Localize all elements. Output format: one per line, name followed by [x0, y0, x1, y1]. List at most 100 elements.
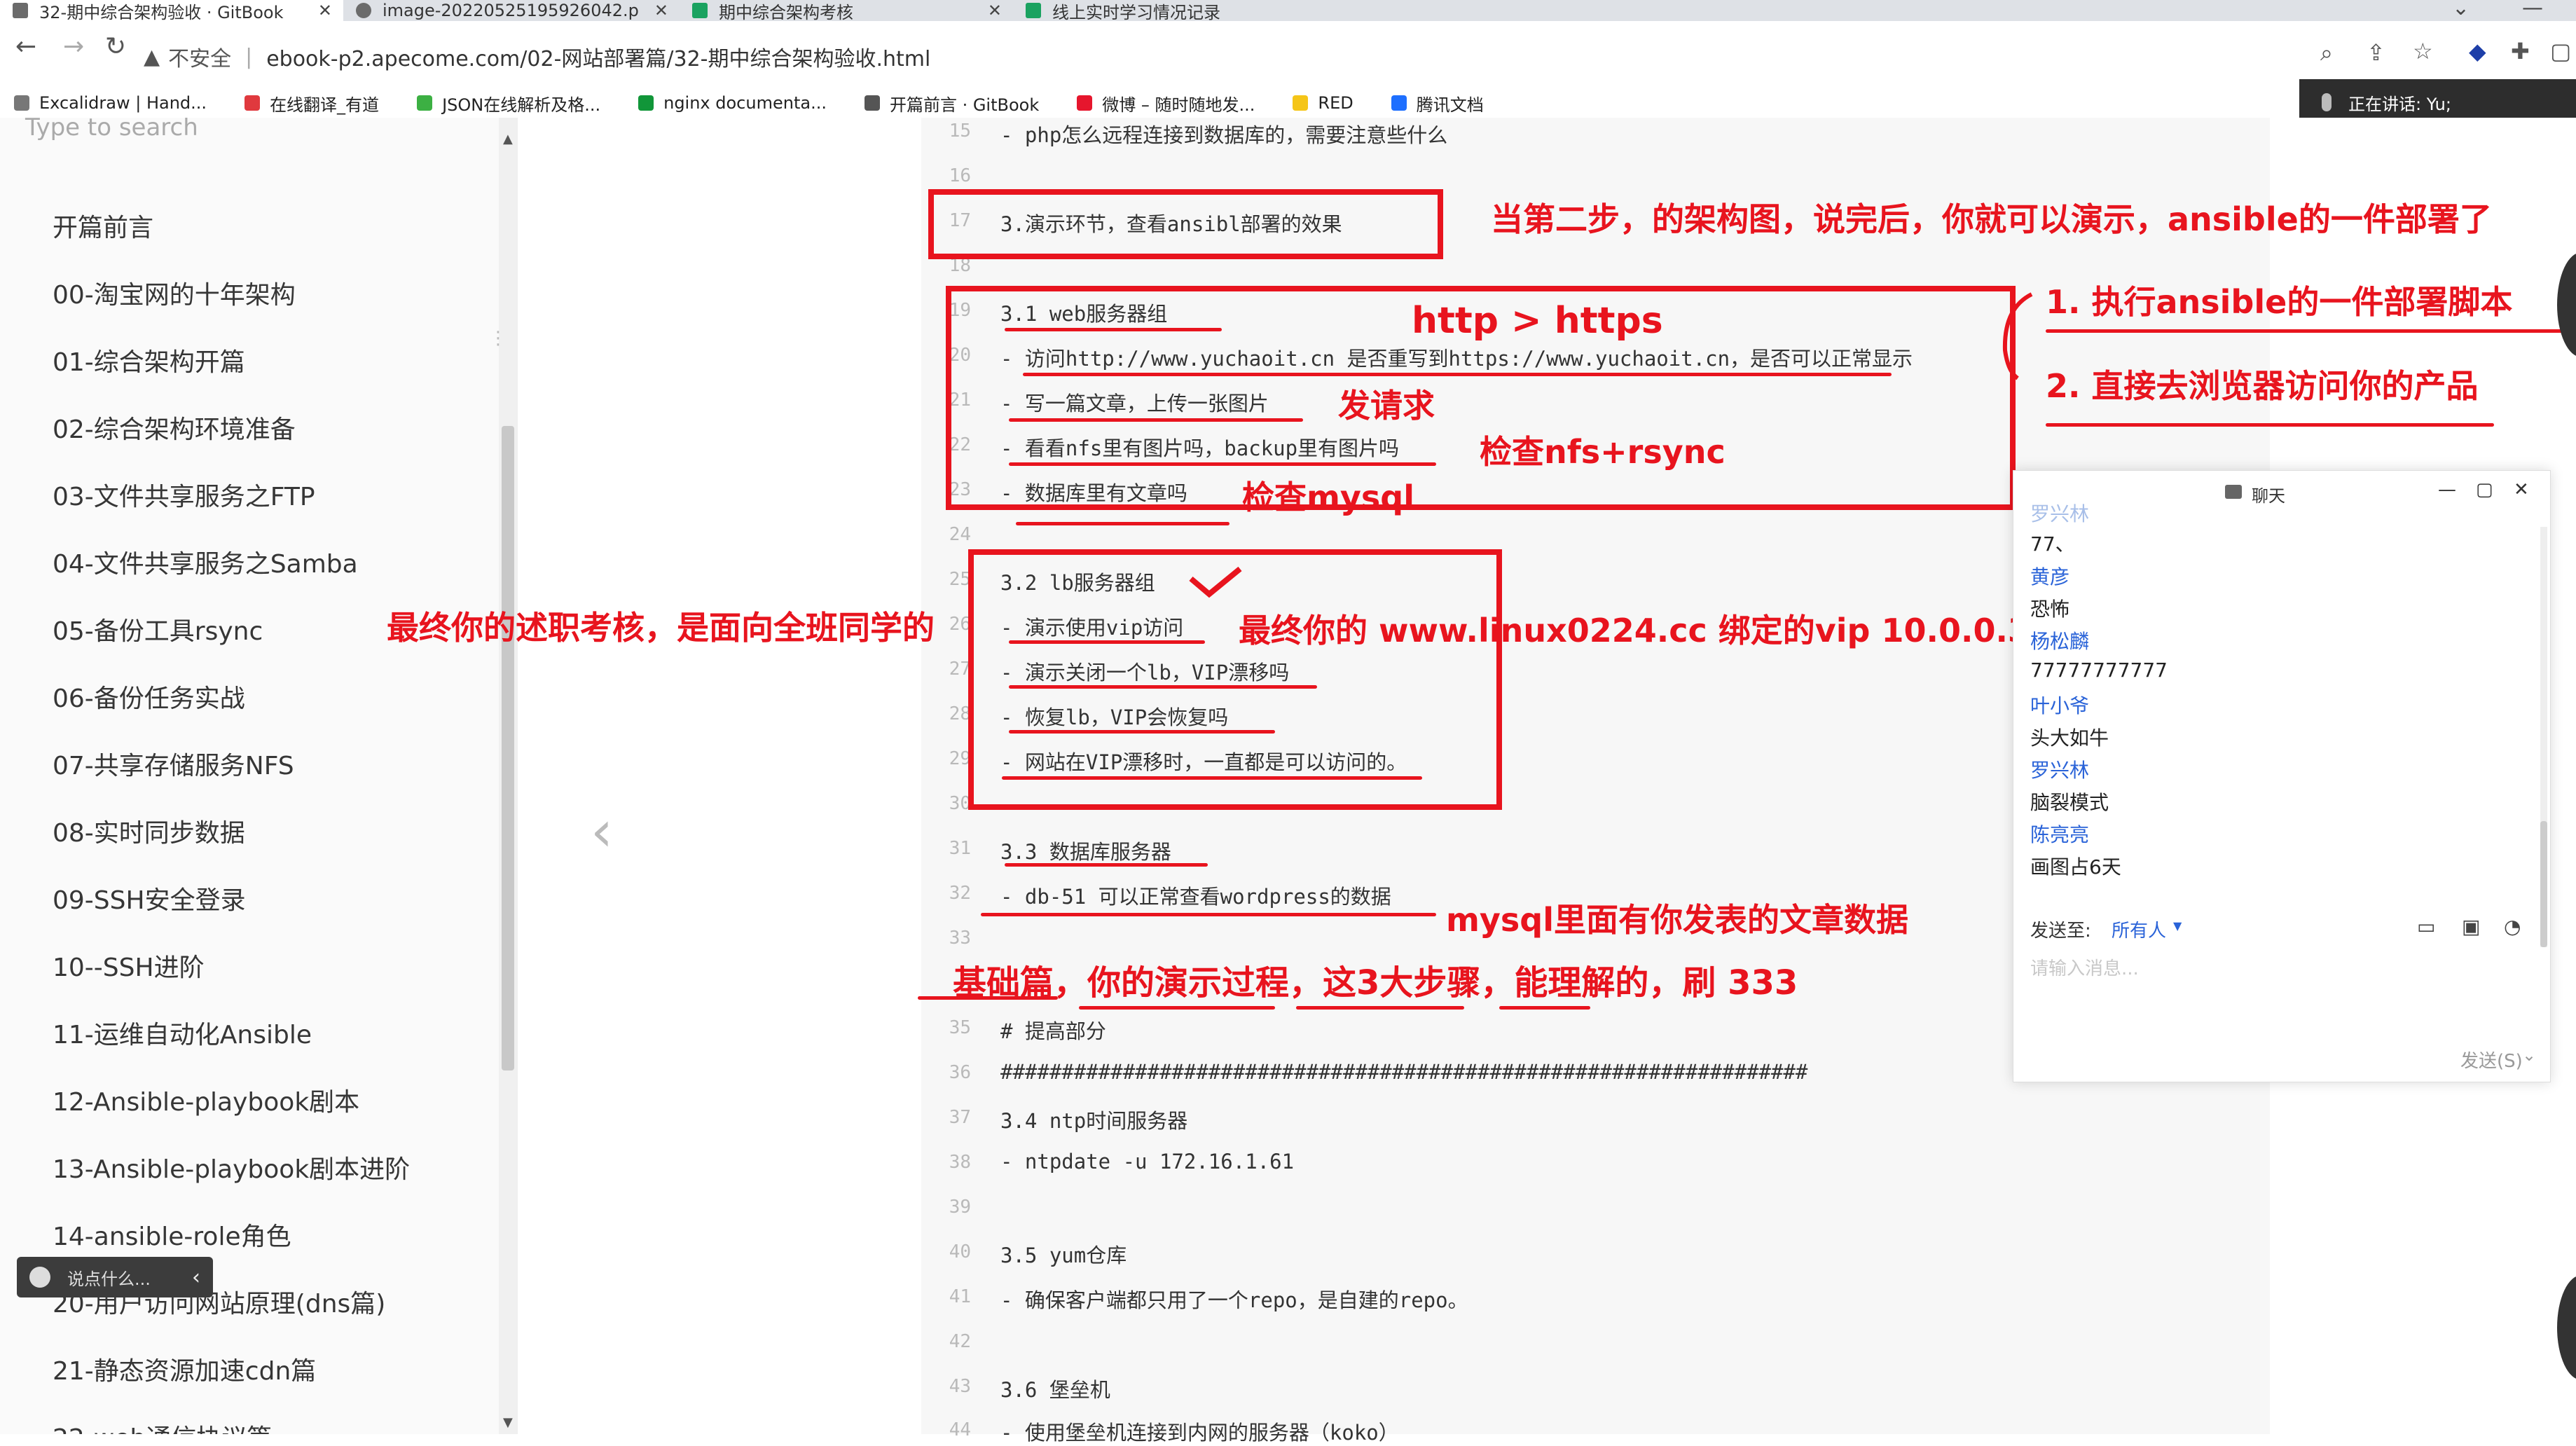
- chevron-down-icon[interactable]: ⌄: [2522, 1045, 2536, 1065]
- underline: [2046, 329, 2564, 333]
- close-icon[interactable]: ✕: [988, 1, 1002, 20]
- annotation-box-demo: [928, 189, 1443, 259]
- bookmark-tencent-docs[interactable]: 腾讯文档: [1391, 91, 1484, 116]
- line-number: 37: [949, 1107, 971, 1128]
- tab-image[interactable]: image-20220525195926042.p ✕: [343, 0, 680, 21]
- toc-item[interactable]: 09-SSH安全登录: [53, 880, 246, 916]
- line-number: 35: [949, 1017, 971, 1038]
- toc-item[interactable]: 13-Ansible-playbook剧本进阶: [53, 1149, 410, 1185]
- annotation-exec: 1. 执行ansible的一件部署脚本: [2046, 283, 2513, 321]
- sidebar-scroll-thumb[interactable]: [502, 426, 514, 1070]
- chat-mini-bar[interactable]: 说点什么... ‹: [17, 1257, 213, 1297]
- chevron-down-icon[interactable]: ⌄: [2452, 0, 2470, 20]
- address-bar[interactable]: ▲ 不安全 | ebook-p2.apecome.com/02-网站部署篇/32…: [144, 38, 2456, 76]
- tab-title: image-20220525195926042.p: [383, 1, 639, 20]
- url-text: ebook-p2.apecome.com/02-网站部署篇/32-期中综合架构验…: [266, 47, 931, 71]
- send-button[interactable]: 发送(S): [2460, 1047, 2523, 1073]
- bookmarks-bar: Excalidraw | Hand... 在线翻译_有道 JSON在线解析及格.…: [0, 88, 2576, 118]
- toc-item[interactable]: 11-运维自动化Ansible: [53, 1014, 312, 1051]
- annotation-basic: 基础篇，你的演示过程，这3大步骤，能理解的，刷 333: [953, 963, 1798, 1003]
- underline: [1009, 685, 1317, 689]
- code-line: # 提高部分: [1000, 1019, 1106, 1043]
- puzzle-icon[interactable]: ✚: [2511, 38, 2530, 64]
- user-icon[interactable]: ◔: [2504, 915, 2521, 938]
- chat-message: 画图占6天: [2030, 855, 2121, 879]
- line-number: 41: [949, 1286, 971, 1307]
- tab-current[interactable]: 32-期中综合架构验收 · GitBook ✕: [0, 0, 343, 22]
- underline: [981, 913, 1436, 916]
- send-to-select[interactable]: 所有人: [2112, 916, 2166, 942]
- bookmark-excalidraw[interactable]: Excalidraw | Hand...: [14, 93, 207, 113]
- toc-item[interactable]: 22-web通信协议篇: [53, 1418, 272, 1434]
- toc-item[interactable]: 05-备份工具rsync: [53, 611, 263, 647]
- close-icon[interactable]: ✕: [2514, 479, 2529, 500]
- chat-sender: 罗兴林: [2030, 759, 2090, 782]
- toc-item[interactable]: 00-淘宝网的十年架构: [53, 275, 296, 311]
- emoji-icon[interactable]: [29, 1267, 50, 1288]
- bookmark-label: RED: [1318, 93, 1354, 113]
- underline: [1023, 373, 1892, 376]
- chat-header: 聊天 — ▢ ✕: [2013, 471, 2550, 514]
- caret-down-icon[interactable]: ▼: [2173, 919, 2182, 932]
- tab-bar: 32-期中综合架构验收 · GitBook ✕ image-2022052519…: [0, 0, 2576, 22]
- bookmark-label: nginx documenta...: [663, 93, 827, 113]
- toc-item[interactable]: 21-静态资源加速cdn篇: [53, 1351, 316, 1387]
- annotation-http: http > https: [1412, 300, 1663, 342]
- annotation-vip: 最终你的 www.linux0224.cc 绑定的vip 10.0.0.3: [1239, 612, 2030, 649]
- tab-records[interactable]: 线上实时学习情况记录: [1013, 0, 1405, 22]
- toc-item[interactable]: 08-实时同步数据: [53, 813, 245, 849]
- bookmark-json[interactable]: JSON在线解析及格...: [417, 91, 600, 116]
- share-icon[interactable]: ⇪: [2367, 39, 2385, 66]
- chevron-left-icon[interactable]: ‹: [192, 1265, 200, 1290]
- underline: [1005, 863, 1208, 867]
- code-line: 3.6 堡垒机: [1000, 1378, 1110, 1402]
- bookmark-weibo[interactable]: 微博 – 随时随地发...: [1077, 91, 1255, 116]
- screenshot-icon[interactable]: ▣: [2462, 915, 2480, 938]
- tab-exam[interactable]: 期中综合架构考核 ✕: [680, 0, 1013, 22]
- chat-panel: 聊天 — ▢ ✕ 罗兴林 77、 黄彦 恐怖 杨松麟 77777777777 叶…: [2013, 470, 2551, 1082]
- minimize-icon[interactable]: —: [2438, 479, 2456, 500]
- toc-item[interactable]: 01-综合架构开篇: [53, 342, 245, 378]
- chat-input[interactable]: 请输入消息...: [2030, 954, 2139, 980]
- folder-icon[interactable]: ▭: [2417, 915, 2435, 938]
- reload-icon[interactable]: ↻: [105, 32, 126, 61]
- chat-message: 77、: [2030, 532, 2075, 556]
- bookmark-nginx[interactable]: nginx documenta...: [638, 93, 827, 113]
- bookmark-red[interactable]: RED: [1293, 93, 1354, 113]
- drag-handle-icon[interactable]: ⋮: [489, 328, 507, 349]
- chat-scroll-thumb[interactable]: [2540, 821, 2547, 947]
- scroll-down-icon[interactable]: ▼: [503, 1415, 513, 1430]
- close-icon[interactable]: ✕: [318, 1, 332, 20]
- minimize-icon[interactable]: —: [2522, 0, 2543, 20]
- scroll-up-icon[interactable]: ▲: [503, 132, 513, 146]
- bookmark-gitbook[interactable]: 开篇前言 · GitBook: [864, 91, 1039, 116]
- toc-item[interactable]: 12-Ansible-playbook剧本: [53, 1082, 359, 1118]
- toc-item[interactable]: 07-共享存储服务NFS: [53, 745, 294, 782]
- close-icon[interactable]: ✕: [654, 1, 668, 20]
- annotation-audience: 最终你的述职考核，是面向全班同学的: [387, 609, 935, 647]
- bookmark-youdao[interactable]: 在线翻译_有道: [244, 91, 379, 116]
- extension-badge-icon[interactable]: ◆: [2469, 38, 2486, 64]
- chat-sender: 罗兴林: [2030, 502, 2090, 525]
- search-input[interactable]: Type to search: [25, 118, 198, 142]
- zoom-icon[interactable]: ⌕: [2320, 39, 2333, 67]
- toc-item[interactable]: 10--SSH进阶: [53, 947, 205, 984]
- toc-item[interactable]: 03-文件共享服务之FTP: [53, 476, 315, 513]
- bookmark-label: 在线翻译_有道: [270, 95, 380, 115]
- back-icon[interactable]: ←: [15, 32, 36, 61]
- maximize-icon[interactable]: ▢: [2476, 479, 2493, 500]
- prev-page-icon[interactable]: ‹: [591, 799, 613, 864]
- toc-item[interactable]: 06-备份任务实战: [53, 678, 245, 715]
- forward-icon[interactable]: →: [63, 32, 84, 61]
- chat-sender: 黄彦: [2030, 565, 2070, 588]
- toc-item[interactable]: 开篇前言: [53, 207, 153, 244]
- toc-item[interactable]: 02-综合架构环境准备: [53, 409, 296, 446]
- line-number: 32: [949, 883, 971, 904]
- toc-item[interactable]: 14-ansible-role角色: [53, 1216, 291, 1253]
- sidepanel-icon[interactable]: ▢: [2550, 38, 2571, 64]
- star-icon[interactable]: ☆: [2413, 38, 2433, 64]
- toc-item[interactable]: 04-文件共享服务之Samba: [53, 544, 358, 580]
- line-number: 26: [949, 614, 971, 635]
- line-number: 43: [949, 1376, 971, 1397]
- line-number: 40: [949, 1241, 971, 1262]
